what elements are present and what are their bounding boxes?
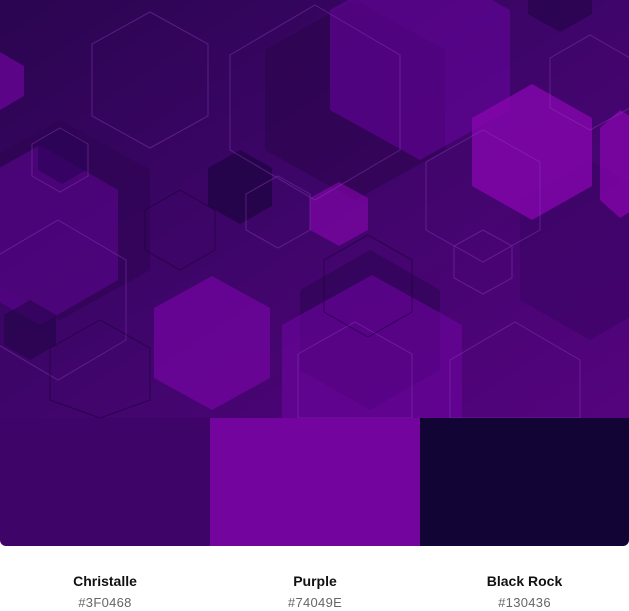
color-labels: Christalle #3F0468 Purple #74049E Black … bbox=[0, 546, 629, 610]
color-swatches bbox=[0, 418, 629, 546]
swatch-christalle[interactable] bbox=[0, 418, 210, 546]
color-name: Black Rock bbox=[486, 573, 563, 589]
color-label-purple: Purple #74049E bbox=[210, 546, 420, 610]
color-label-black-rock: Black Rock #130436 bbox=[420, 546, 629, 610]
color-name: Purple bbox=[293, 573, 337, 589]
color-label-christalle: Christalle #3F0468 bbox=[0, 546, 210, 610]
palette-card bbox=[0, 0, 629, 546]
hexagon-artwork bbox=[0, 0, 629, 418]
swatch-black-rock[interactable] bbox=[420, 418, 629, 546]
swatch-purple[interactable] bbox=[210, 418, 420, 546]
color-name: Christalle bbox=[73, 573, 137, 589]
